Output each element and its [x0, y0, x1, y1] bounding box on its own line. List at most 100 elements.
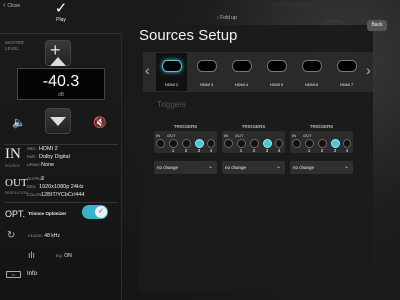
volume-up-glyph: + — [50, 41, 66, 66]
trigger-out-label: OUT — [235, 133, 244, 138]
clock-value: 48 kHz — [44, 233, 60, 239]
trigger-out-jack-3[interactable] — [195, 139, 204, 148]
optimizer-label: Trinnov Optimizer — [28, 211, 67, 216]
trigger-out-jack-4[interactable] — [343, 139, 351, 148]
trigger-out-jack-4[interactable] — [275, 139, 283, 148]
fmt-key: FMT: — [27, 154, 36, 159]
trigger-out-jack-1[interactable] — [169, 139, 178, 148]
source-label: HDMI 2 — [164, 82, 179, 87]
trigger-select-value: no change — [225, 165, 247, 170]
trigger-out-jack-2[interactable] — [318, 139, 327, 148]
trigger-in-label: IN — [156, 133, 160, 138]
trigger-out-jack-3[interactable] — [331, 139, 340, 148]
info-label[interactable]: Info — [27, 271, 37, 277]
trigger-number: 2 — [252, 148, 256, 153]
close-button[interactable]: ‹ Close — [3, 2, 20, 9]
trigger-select[interactable]: no change ⌄ — [222, 161, 285, 174]
chevron-right-icon[interactable]: › — [366, 62, 371, 78]
source-tile-hdmi-3[interactable]: HDMI 3 — [191, 53, 222, 91]
trigger-select-value: no change — [293, 165, 315, 170]
top-bar: ‹ Close ✓ Play — [0, 0, 122, 34]
source-tile-hdmi-5[interactable]: HDMI 5 — [261, 53, 292, 91]
info-icon[interactable]: ▭ — [6, 271, 21, 278]
input-heading: IN — [5, 146, 21, 162]
chevron-left-icon: ‹ — [3, 2, 6, 9]
trigger-select[interactable]: no change ⌄ — [290, 161, 353, 174]
trigger-number: 4 — [209, 148, 213, 153]
trigger-number: 3 — [265, 148, 269, 153]
trigger-number: 4 — [345, 148, 349, 153]
trigger-number: 3 — [333, 148, 337, 153]
source-tile-hdmi-7[interactable]: HDMI 7 — [331, 53, 362, 91]
trigger-out-jack-2[interactable] — [182, 139, 191, 148]
source-label: HDMI 4 — [234, 82, 249, 87]
res-value: 1920x1080p 24Hz — [39, 184, 84, 190]
check-icon: ✓ — [95, 206, 107, 218]
optimizer-toggle[interactable]: ✓ — [82, 205, 108, 219]
close-label: Close — [7, 3, 21, 9]
output-info: OUTPUT:2 RES: 1920x1080p 24Hz COLOR:12BIT… — [27, 175, 84, 199]
trigger-title: TRIGGERS — [241, 124, 266, 129]
trigger-out-jack-1[interactable] — [305, 139, 314, 148]
hdmi-icon — [196, 60, 217, 72]
trigger-in-jack[interactable] — [292, 139, 301, 148]
hdmi-icon — [301, 60, 322, 72]
play-label: Play — [56, 17, 66, 23]
back-button[interactable]: Back — [367, 20, 387, 31]
trigger-number: 2 — [320, 148, 324, 153]
fold-up-button[interactable]: ‹ Fold up — [217, 15, 237, 21]
volume-unit: dB — [57, 92, 65, 98]
output-heading: OUT — [5, 177, 28, 189]
source-label: HDMI 3 — [199, 82, 214, 87]
trigger-group-3: TRIGGERS IN OUT 1 2 3 4 no change ⌄ — [290, 124, 353, 179]
source-label: HDMI 7 — [339, 82, 354, 87]
trigger-in-jack[interactable] — [224, 139, 233, 148]
volume-display: -40.3 dB — [17, 68, 105, 100]
trigger-out-jack-3[interactable] — [263, 139, 272, 148]
eq-info: EQ: ON — [56, 253, 72, 259]
source-tile-hdmi-6[interactable]: HDMI 6 — [296, 53, 327, 91]
clock-key: CLOCK: — [28, 233, 43, 238]
trigger-select[interactable]: no change ⌄ — [154, 161, 217, 174]
trigger-in-label: IN — [292, 133, 296, 138]
hdmi-icon — [266, 60, 287, 72]
trigger-in-label: IN — [224, 133, 228, 138]
eq-key: EQ: — [56, 253, 63, 258]
trigger-in-jack[interactable] — [156, 139, 165, 148]
input-info: SRC: HDMI 2 FMT: Dolby Digital UPMIX:None — [27, 145, 70, 169]
volume-down-button[interactable] — [45, 108, 71, 134]
eq-icon: ılı — [28, 250, 36, 260]
trigger-number: 1 — [307, 148, 311, 153]
output-value: 2 — [41, 176, 45, 182]
source-label: HDMI 5 — [269, 82, 284, 87]
fold-up-label: Fold up — [220, 15, 237, 21]
divider — [4, 202, 118, 203]
src-key: SRC: — [27, 146, 37, 151]
trigger-out-jack-4[interactable] — [207, 139, 215, 148]
color-key: COLOR: — [27, 192, 43, 197]
trigger-number: 1 — [239, 148, 243, 153]
source-tile-hdmi-4[interactable]: HDMI 4 — [226, 53, 257, 91]
trigger-number: 2 — [184, 148, 188, 153]
chevron-down-icon: ⌄ — [343, 164, 349, 170]
trigger-out-jack-2[interactable] — [250, 139, 259, 148]
source-tile-hdmi-2[interactable]: HDMI 2 — [156, 53, 187, 91]
play-button[interactable]: ✓ Play — [50, 1, 72, 33]
volume-up-button[interactable]: + — [45, 40, 71, 66]
mute-icon[interactable]: 🔇 — [93, 116, 107, 129]
trigger-out-jack-1[interactable] — [237, 139, 246, 148]
output-subheading: RESOLUTION — [5, 191, 28, 195]
clock-info: CLOCK: 48 kHz — [28, 233, 60, 239]
trigger-number: 1 — [171, 148, 175, 153]
source-label: HDMI 6 — [304, 82, 319, 87]
left-panel: ‹ Close ✓ Play MASTER LEVEL + -40.3 dB 🔈 … — [0, 0, 122, 300]
checkmark-icon: ✓ — [54, 0, 68, 17]
trigger-out-label: OUT — [167, 133, 176, 138]
trigger-title: TRIGGERS — [309, 124, 334, 129]
hdmi-icon — [231, 60, 252, 72]
chevron-down-icon: ⌄ — [207, 164, 213, 170]
hdmi-icon — [161, 60, 182, 72]
fmt-value: Dolby Digital — [39, 154, 70, 160]
speaker-icon[interactable]: 🔈 — [12, 116, 26, 129]
chevron-left-icon[interactable]: ‹ — [145, 62, 150, 78]
